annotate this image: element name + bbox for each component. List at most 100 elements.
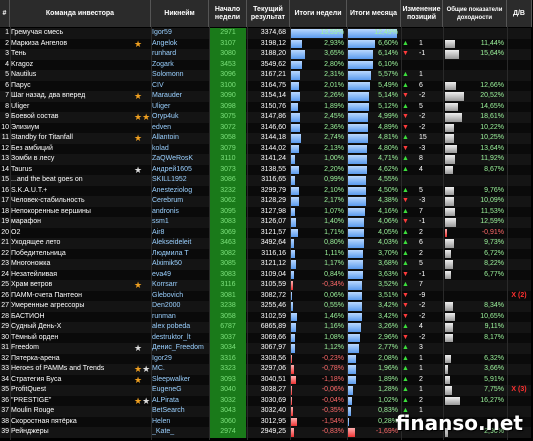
position-change-cell: -9 [419,291,426,299]
team-name-cell: Standby for Titanfall [11,134,73,141]
rank-cell: 6 [5,81,9,89]
current-result-cell: 3032,40 [260,407,286,414]
table-row: 23 Многоножка Alximik50 3085 3121,12 1,17% 3,6… [0,259,531,270]
month-pct: 4,03% [378,239,398,246]
table-row: 12 Без амбиций kolad 3079 3144,02 2,13% 4,80% ▼… [0,143,531,154]
week-pct: 2,26% [324,92,344,99]
nickname-cell: Allantoin [152,134,179,141]
current-result-cell: 3012,95 [260,417,286,425]
month-result-cell: 4,81% [347,133,400,144]
week-result-cell: 1,71% [290,228,346,239]
team-name-cell: марафон [11,218,42,225]
week-result-cell: -0,35% [290,406,346,417]
dv-cell [507,270,531,281]
current-result-cell: 3040,51 [260,375,286,383]
month-result-cell: 0,83% [347,406,400,417]
current-result-cell: 3038,27 [260,386,286,393]
arrow-up-icon: ▲ [402,81,409,89]
table-row: 30 Тёмный орден destruktor_lt 3037 3069,66 1,… [0,332,531,344]
month-result-cell: 3,70% [347,249,400,260]
position-change-cell: 6 [419,81,423,89]
arrow-up-icon: ▲ [402,71,409,78]
week-start-cell: 2974 [210,427,246,438]
column-divider [347,27,348,440]
week-pct: 1,46% [324,312,344,320]
overall-pct: 12,66% [480,81,504,89]
month-pct: 3,70% [378,249,398,257]
overall-cell [443,28,506,39]
month-result-cell: 4,71% [347,154,400,165]
rank-cell: 38 [1,417,9,425]
arrow-up-icon: ▲ [402,186,409,194]
table-row: 2 Маркиза Ангелов ★ Angelok 3107 3198,12 2,93%… [0,38,531,50]
week-pct: 1,11% [324,249,344,257]
overall-bar [445,50,459,59]
nickname-cell: _Kate_ [152,428,175,435]
week-start-cell: 3098 [210,101,246,112]
week-bar [291,218,297,227]
week-result-cell: -0,23% [290,354,346,365]
month-bar [348,291,363,300]
rank-cell: 1 [5,29,9,36]
current-result-cell: 3549,62 [260,60,286,68]
rank-cell: 2 [5,39,9,47]
nickname-cell: eva49 [152,270,172,278]
team-name-cell: Стратегия Буса [11,375,62,383]
month-bar [348,113,369,122]
header-change: Изменение позиций [401,0,443,27]
month-pct: 5,49% [378,81,398,89]
nickname-cell: BetSearch [152,407,185,414]
overall-pct: 11,44% [480,39,504,47]
overall-cell: 18,61% [443,112,506,123]
nickname-cell: alex pobeda [152,323,191,330]
arrow-up-icon: ▲ [402,228,409,236]
week-bar [291,386,292,395]
overall-cell: 6,77% [443,270,506,281]
ratings-table: # Команда инвестора Никнейм Начало недел… [0,0,533,441]
dv-cell [507,186,531,197]
position-change-cell: -3 [419,197,426,204]
month-result-cell: 6,60% [347,39,400,50]
month-result-cell: 0,28% [347,417,400,428]
overall-pct: 15,64% [480,50,504,57]
week-result-cell: 2,36% [290,123,346,134]
overall-bar [445,102,458,111]
month-bar [348,92,369,101]
position-change-cell: 5 [419,102,423,110]
nickname-cell: Solomonn [152,71,184,78]
team-name-cell: Непокоренные вершины [11,207,91,215]
week-pct: 1,40% [324,218,344,225]
gold-star-icon: ★ [134,133,143,143]
current-result-cell: 3188,20 [260,50,286,57]
week-result-cell: 1,46% [290,312,346,323]
week-pct: 2,20% [324,165,344,173]
current-result-cell: 3121,57 [260,228,286,236]
team-name-cell: Taurus [11,165,33,173]
nickname-cell: Sleepwalker [152,375,191,383]
current-result-cell: 2949,25 [260,428,286,435]
current-result-cell: 3030,69 [260,396,286,404]
month-pct: 4,16% [378,207,398,215]
rank-cell: 10 [1,123,9,131]
table-row: 28 БАСТИОН runman 3058 3102,59 1,46% 3,42% ▼ -2 1… [0,311,531,323]
month-result-cell: 4,89% [347,123,400,134]
week-pct: 2,01% [324,81,344,89]
month-result-cell: 6,10% [347,60,400,71]
overall-cell: 6,32% [443,354,506,365]
month-bar [348,228,365,237]
month-pct: 4,05% [378,228,398,236]
month-pct: 4,80% [378,144,398,152]
rank-cell: 29 [1,323,9,330]
header-num: # [0,0,10,27]
gold-star-icon: ★ [134,280,143,290]
overall-cell: 15,64% [443,49,506,60]
nickname-cell: Igor29 [152,354,172,362]
table-row: 9 Боевой состав ★★ Oryp4uk 3075 3147,86 2,45% 4… [0,112,531,123]
arrow-down-icon: ▼ [402,123,409,131]
column-divider [151,27,152,440]
current-result-cell: 3082,72 [260,291,286,299]
week-result-cell: 1,08% [290,333,346,344]
arrow-up-icon: ▲ [402,281,409,288]
gold-star-icon: ★ [134,395,143,406]
arrow-down-icon: ▼ [402,197,409,204]
